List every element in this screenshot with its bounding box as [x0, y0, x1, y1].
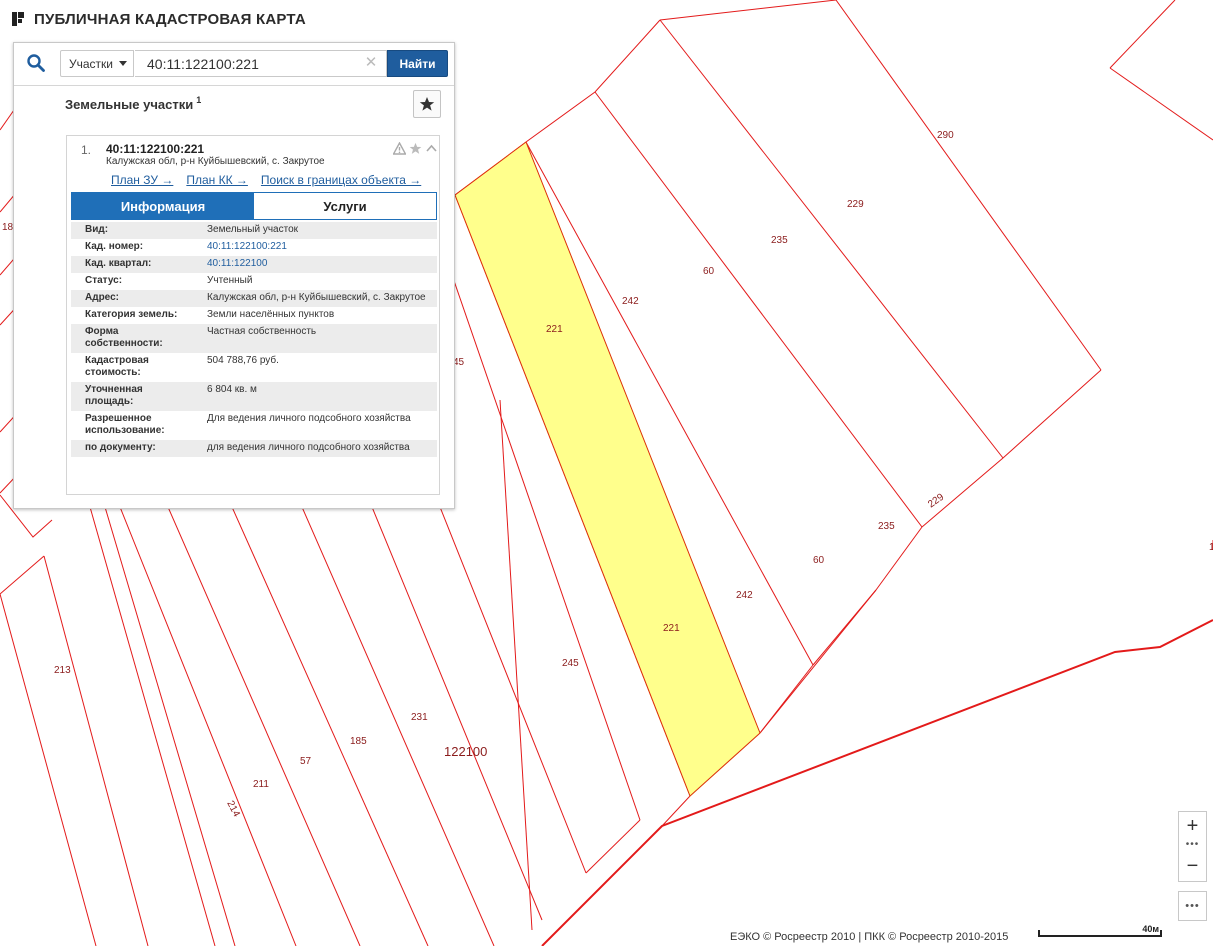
- parcel-label: 1: [1209, 542, 1213, 553]
- parcel-label: 235: [878, 521, 895, 532]
- parcel-label: 185: [350, 736, 367, 747]
- selected-parcel[interactable]: [454, 141, 761, 797]
- parcel-label: 60: [703, 266, 715, 277]
- info-value: 40:11:122100:221: [193, 239, 437, 256]
- parcel-label: 290: [937, 130, 954, 141]
- results-count: 1: [196, 95, 202, 105]
- table-row: Кад. квартал: 40:11:122100: [71, 256, 437, 273]
- parcel-label: 245: [562, 658, 579, 669]
- star-icon: [419, 97, 435, 111]
- result-links: План ЗУ → План КК → Поиск в границах объ…: [111, 173, 421, 187]
- info-table: Вид: Земельный участок Кад. номер: 40:11:1…: [71, 222, 437, 457]
- info-value: Частная собственность: [207, 326, 317, 337]
- cad-quarter-link[interactable]: 40:11:122100: [207, 258, 267, 269]
- info-key: Кад. номер:: [85, 241, 144, 252]
- table-row: Форма собственности: Частная собственност…: [71, 324, 437, 353]
- info-value: Для ведения личного подсобного хозяйства: [207, 413, 411, 424]
- search-type-select[interactable]: Участки: [60, 50, 134, 77]
- info-value: 504 788,76 руб.: [207, 355, 279, 366]
- search-type-label: Участки: [69, 56, 113, 71]
- cad-number-link[interactable]: 40:11:122100:221: [207, 241, 287, 252]
- info-value: Учтенный: [207, 275, 253, 286]
- table-row: Уточненная площадь: 6 804 кв. м: [71, 382, 437, 411]
- search-in-bounds-link[interactable]: Поиск в границах объекта →: [261, 173, 421, 187]
- parcel-label: 229: [926, 491, 946, 510]
- parcel-label: 229: [847, 199, 864, 210]
- search-icon[interactable]: [26, 53, 46, 73]
- info-key: Статус:: [85, 275, 123, 286]
- info-key: по документу:: [85, 442, 156, 453]
- parcel-label: 242: [736, 590, 753, 601]
- favorites-button[interactable]: [413, 90, 441, 118]
- info-value: для ведения личного подсобного хозяйства: [207, 442, 410, 453]
- zoom-dots-icon: •••: [1185, 839, 1200, 850]
- chevron-down-icon: [119, 61, 127, 66]
- table-row: Категория земель: Земли населённых пункто…: [71, 307, 437, 324]
- star-icon[interactable]: [409, 142, 422, 155]
- result-index: 1.: [81, 143, 92, 157]
- result-tabs: Информация Услуги: [71, 192, 437, 220]
- warning-icon[interactable]: [393, 142, 406, 155]
- parcel-label: 221: [546, 324, 563, 335]
- block-label: 122100: [444, 744, 487, 759]
- info-key: Форма собственности:: [85, 326, 163, 349]
- info-value: 6 804 кв. м: [207, 384, 257, 395]
- parcel-label: 242: [622, 296, 639, 307]
- info-key: Адрес:: [85, 292, 119, 303]
- zoom-control: + ••• −: [1178, 811, 1207, 882]
- parcel-label: 213: [54, 665, 71, 676]
- find-button[interactable]: Найти: [387, 50, 448, 77]
- table-row: Кадастровая стоимость: 504 788,76 руб.: [71, 353, 437, 382]
- parcel-label: 57: [300, 756, 312, 767]
- more-options-button[interactable]: •••: [1178, 891, 1207, 921]
- scale-bar: 40м: [1038, 924, 1162, 940]
- chevron-up-icon[interactable]: [425, 142, 438, 155]
- results-title: Земельные участки 1: [65, 95, 202, 112]
- info-value: Земельный участок: [207, 224, 299, 235]
- clear-icon[interactable]: ✕: [364, 54, 378, 72]
- scale-label: 40м: [1142, 924, 1159, 934]
- info-key: Кад. квартал:: [85, 258, 152, 269]
- app-title: ПУБЛИЧНАЯ КАДАСТРОВАЯ КАРТА: [34, 10, 306, 28]
- info-key: Вид:: [85, 224, 109, 235]
- rosreestr-logo-icon: [12, 12, 24, 26]
- table-row: Вид: Земельный участок: [71, 222, 437, 239]
- tab-info[interactable]: Информация: [72, 193, 254, 219]
- parcel-label: 60: [813, 555, 825, 566]
- parcel-label: 211: [253, 779, 269, 790]
- table-row: по документу: для ведения личного подсобн…: [71, 440, 437, 457]
- result-cad-number[interactable]: 40:11:122100:221: [106, 142, 204, 156]
- plan-zu-link[interactable]: План ЗУ →: [111, 173, 173, 187]
- table-row: Статус: Учтенный: [71, 273, 437, 290]
- info-key: Кадастровая стоимость:: [85, 355, 149, 378]
- info-value: Калужская обл, р-н Куйбышевский, с. Закр…: [207, 292, 426, 303]
- search-bar: Участки ✕ Найти: [14, 43, 454, 86]
- search-input[interactable]: [135, 50, 387, 77]
- card-actions: [393, 142, 438, 155]
- copyright-text: ЕЭКО © Росреестр 2010 | ПКК © Росреестр …: [730, 931, 1009, 943]
- tab-services[interactable]: Услуги: [254, 193, 436, 219]
- info-value: 40:11:122100: [193, 256, 437, 273]
- table-row: Кад. номер: 40:11:122100:221: [71, 239, 437, 256]
- info-value: Земли населённых пунктов: [207, 309, 335, 320]
- parcel-label: 235: [771, 235, 788, 246]
- result-card: 1. 40:11:122100:221 Калужская обл, р-н К…: [66, 135, 440, 495]
- zoom-out-button[interactable]: −: [1179, 852, 1206, 881]
- parcel-label: 231: [411, 712, 428, 723]
- plan-kk-link[interactable]: План КК →: [186, 173, 248, 187]
- table-row: Разрешенное использование: Для ведения ли…: [71, 411, 437, 440]
- parcel-label: 221: [663, 623, 680, 634]
- parcel-label: 214: [224, 799, 242, 819]
- table-row: Адрес: Калужская обл, р-н Куйбышевский, с…: [71, 290, 437, 307]
- info-key: Разрешенное использование:: [85, 413, 165, 436]
- info-key: Категория земель:: [85, 309, 178, 320]
- search-panel: Участки ✕ Найти Земельные участки1 1. 40…: [13, 42, 455, 509]
- result-address: Калужская обл, р-н Куйбышевский, с. Закр…: [106, 156, 325, 167]
- app-header: ПУБЛИЧНАЯ КАДАСТРОВАЯ КАРТА: [10, 6, 306, 32]
- info-key: Уточненная площадь:: [85, 384, 143, 407]
- zoom-in-button[interactable]: +: [1179, 812, 1206, 841]
